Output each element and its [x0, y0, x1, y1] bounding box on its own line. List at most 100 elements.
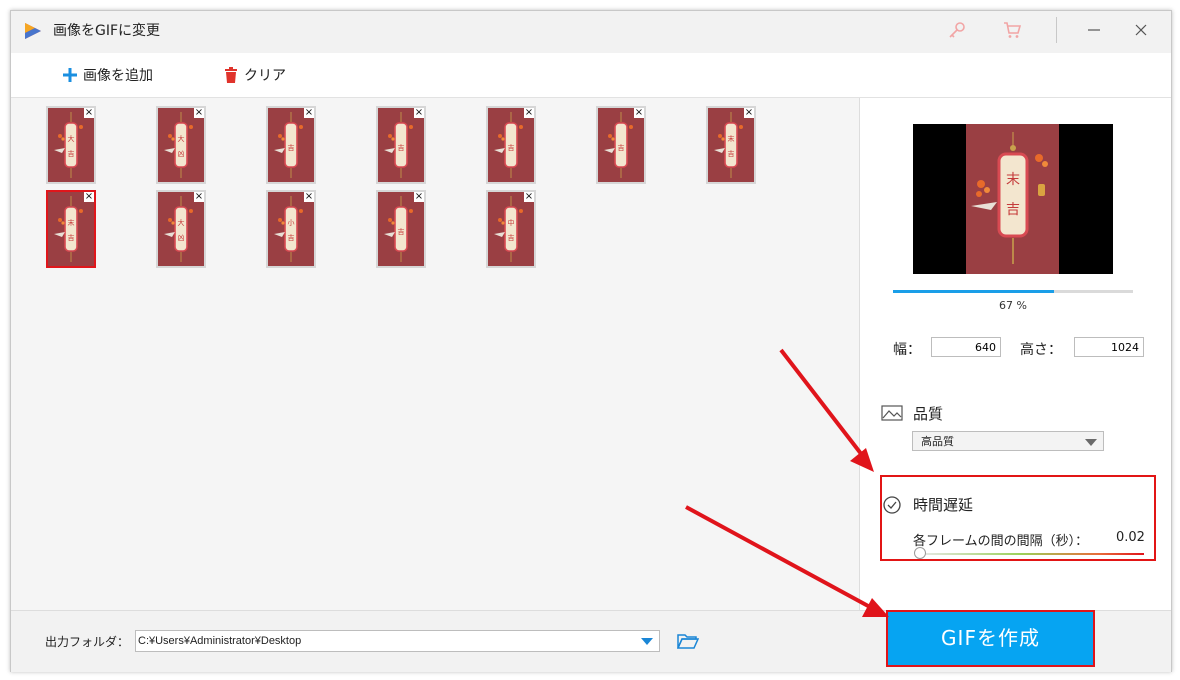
thumbnail-image: 大凶: [164, 196, 193, 262]
title-bar: 画像をGIFに変更: [11, 11, 1171, 53]
thumbnail-image: 末吉: [54, 196, 83, 262]
minimize-icon: [1088, 29, 1100, 31]
thumbnail-image: 吉: [494, 112, 523, 178]
progress-text: 67 %: [999, 299, 1027, 312]
image-thumbnail[interactable]: 吉 ×: [376, 190, 426, 268]
remove-thumbnail-button[interactable]: ×: [84, 108, 94, 118]
thumbnail-image: 大吉: [54, 112, 83, 178]
thumbnail-char: 吉: [398, 144, 405, 152]
preview-char-2: 吉: [1006, 202, 1020, 218]
toolbar: 画像を追加 クリア: [11, 53, 1171, 98]
remove-thumbnail-button[interactable]: ×: [84, 192, 94, 202]
remove-thumbnail-button[interactable]: ×: [304, 108, 314, 118]
output-folder-label: 出力フォルダ：: [45, 635, 130, 649]
minimize-button[interactable]: [1081, 19, 1107, 45]
remove-thumbnail-button[interactable]: ×: [194, 108, 204, 118]
image-thumbnail[interactable]: 吉 ×: [596, 106, 646, 184]
image-thumbnail[interactable]: 中吉 ×: [486, 190, 536, 268]
thumbnail-image: 吉: [604, 112, 633, 178]
thumbnail-char: 吉: [68, 150, 75, 158]
preview-char-1: 末: [1006, 172, 1020, 188]
remove-thumbnail-button[interactable]: ×: [194, 192, 204, 202]
preview-image: 末 吉: [966, 124, 1059, 274]
thumbnail-image: 吉: [274, 112, 303, 178]
thumbnail-char: 吉: [288, 144, 295, 152]
thumbnail-image: 中吉: [494, 196, 523, 262]
thumbnail-char: 吉: [618, 144, 625, 152]
image-icon: [881, 405, 903, 421]
width-label: 幅：: [893, 342, 921, 358]
cart-icon[interactable]: [1001, 19, 1023, 41]
thumbnail-char: 大: [178, 134, 185, 143]
thumbnail-image: 末吉: [714, 112, 743, 178]
thumbnail-char: 凶: [178, 150, 185, 158]
chevron-down-icon: [1085, 439, 1097, 446]
remove-thumbnail-button[interactable]: ×: [524, 108, 534, 118]
thumbnail-image: 吉: [384, 112, 413, 178]
title-separator: [1056, 17, 1057, 43]
progress-fill: [893, 290, 1054, 293]
close-button[interactable]: [1128, 19, 1154, 45]
remove-thumbnail-button[interactable]: ×: [304, 192, 314, 202]
image-list-area[interactable]: 大吉 × 大凶 × 吉 × 吉 × 吉 × 吉 × 末吉 × 末吉 × 大凶 × 小吉 × 吉 × 中吉 ×: [11, 98, 860, 610]
thumbnail-char: 小: [288, 218, 295, 227]
remove-thumbnail-button[interactable]: ×: [414, 192, 424, 202]
add-image-label: 画像を追加: [83, 68, 153, 84]
thumbnail-char: 吉: [288, 234, 295, 242]
thumbnail-image: 小吉: [274, 196, 303, 262]
thumbnail-char: 吉: [398, 228, 405, 236]
delay-value: 0.02: [1116, 530, 1145, 545]
thumbnail-char: 吉: [68, 234, 75, 242]
image-thumbnail[interactable]: 大凶 ×: [156, 190, 206, 268]
thumbnail-image: 大凶: [164, 112, 193, 178]
app-window: 画像をGIFに変更 画像を追加 クリア 大 吉 × 大 凶 × 吉 × 吉 × …: [10, 10, 1172, 672]
output-path-field[interactable]: C:¥Users¥Administrator¥Desktop: [135, 630, 660, 652]
clear-button[interactable]: クリア: [224, 64, 286, 86]
add-image-button[interactable]: 画像を追加: [63, 64, 153, 86]
image-thumbnail[interactable]: 吉 ×: [376, 106, 426, 184]
image-thumbnail[interactable]: 末吉 ×: [46, 190, 96, 268]
thumbnail-char: 大: [178, 218, 185, 227]
delay-slider-track[interactable]: [920, 553, 1144, 555]
thumbnail-image: 吉: [384, 196, 413, 262]
thumbnail-char: 凶: [178, 234, 185, 242]
folder-icon[interactable]: [677, 632, 699, 650]
trash-icon: [225, 67, 237, 83]
delay-title: 時間遅延: [913, 496, 974, 514]
height-input[interactable]: [1074, 337, 1144, 357]
chevron-down-icon[interactable]: [641, 638, 653, 645]
height-label: 高さ：: [1020, 342, 1062, 358]
image-thumbnail[interactable]: 大凶 ×: [156, 106, 206, 184]
image-thumbnail[interactable]: 大吉 ×: [46, 106, 96, 184]
close-icon: [1135, 24, 1147, 36]
remove-thumbnail-button[interactable]: ×: [524, 192, 534, 202]
quality-select[interactable]: 高品質: [912, 431, 1104, 451]
progress-bar: [893, 290, 1133, 293]
image-thumbnail[interactable]: 吉 ×: [486, 106, 536, 184]
image-thumbnail[interactable]: 末吉 ×: [706, 106, 756, 184]
thumbnail-char: 吉: [508, 144, 515, 152]
quality-title: 品質: [913, 405, 944, 423]
thumbnail-char: 末: [728, 134, 735, 143]
remove-thumbnail-button[interactable]: ×: [744, 108, 754, 118]
app-logo-icon: [25, 23, 41, 39]
thumbnail-char: 中: [508, 218, 515, 227]
settings-panel: 末 吉 67 % 幅： 高さ： 品質 高品質: [860, 98, 1171, 610]
delay-slider-thumb[interactable]: [914, 547, 926, 559]
create-gif-button[interactable]: GIFを作成: [886, 610, 1095, 667]
thumbnail-char: 吉: [728, 150, 735, 158]
clear-label: クリア: [244, 68, 286, 84]
delay-label: 各フレームの間の間隔（秒）：: [913, 534, 1089, 549]
clock-icon: [883, 496, 901, 514]
width-input[interactable]: [931, 337, 1001, 357]
key-icon[interactable]: [946, 19, 968, 41]
quality-selected-value: 高品質: [921, 435, 954, 448]
thumbnail-char: 末: [68, 218, 75, 227]
thumbnail-char: 大: [68, 134, 75, 143]
image-thumbnail[interactable]: 吉 ×: [266, 106, 316, 184]
preview-window: 末 吉: [913, 124, 1113, 274]
image-thumbnail[interactable]: 小吉 ×: [266, 190, 316, 268]
remove-thumbnail-button[interactable]: ×: [634, 108, 644, 118]
remove-thumbnail-button[interactable]: ×: [414, 108, 424, 118]
thumbnail-char: 吉: [508, 234, 515, 242]
